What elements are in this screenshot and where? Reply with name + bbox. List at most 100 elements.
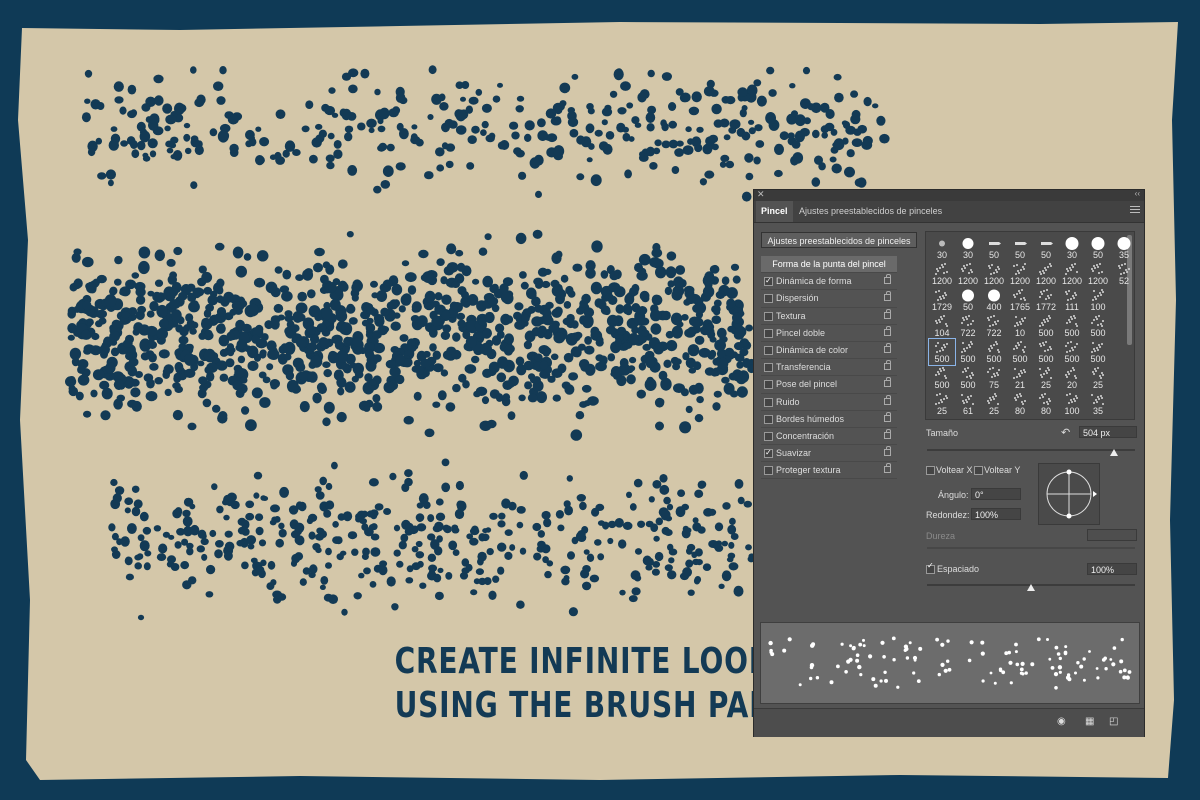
size-slider[interactable] <box>927 449 1135 451</box>
brush-tip-cell[interactable]: 500 <box>955 339 981 365</box>
brush-tip-cell[interactable]: 500 <box>955 365 981 391</box>
brush-tip-cell[interactable]: 400 <box>981 287 1007 313</box>
brush-tip-cell[interactable]: 50 <box>1085 235 1111 261</box>
lock-icon[interactable] <box>884 394 891 405</box>
panel-menu-icon[interactable] <box>1130 206 1140 215</box>
brush-tip-cell[interactable]: 722 <box>955 313 981 339</box>
brush-tip-cell[interactable]: 10 <box>1007 313 1033 339</box>
brush-tip-cell[interactable]: 25 <box>929 391 955 417</box>
lock-icon[interactable] <box>884 325 891 336</box>
new-brush-icon[interactable]: ◰ <box>1109 716 1121 728</box>
brush-tip-cell[interactable]: 1200 <box>929 261 955 287</box>
setting-item[interactable]: Pose del pincel <box>761 376 897 394</box>
setting-checkbox[interactable] <box>764 328 773 338</box>
setting-item[interactable]: Textura <box>761 308 897 325</box>
setting-item[interactable]: Pincel doble <box>761 325 897 342</box>
lock-icon[interactable] <box>884 428 891 439</box>
brush-tip-cell[interactable]: 1729 <box>929 287 955 313</box>
brush-tip-cell[interactable]: 21 <box>1007 365 1033 391</box>
setting-item[interactable]: Forma de la punta del pincel <box>761 256 897 274</box>
spacing-input[interactable]: 100% <box>1087 563 1137 575</box>
reset-size-icon[interactable]: ↶ <box>1061 426 1070 439</box>
brush-tip-cell[interactable]: 52 <box>1111 261 1134 287</box>
brush-tip-cell[interactable]: 50 <box>981 235 1007 261</box>
brush-tip-cell[interactable]: 30 <box>929 235 955 261</box>
setting-item[interactable]: Bordes húmedos <box>761 411 897 428</box>
brush-tip-cell[interactable]: 104 <box>929 313 955 339</box>
brush-tip-cell[interactable]: 61 <box>955 391 981 417</box>
brush-tip-cell[interactable]: 35 <box>1111 235 1134 261</box>
brush-tip-cell[interactable]: 25 <box>1085 365 1111 391</box>
angle-input[interactable]: 0° <box>971 488 1021 500</box>
setting-item[interactable]: Transferencia <box>761 359 897 377</box>
brush-tip-cell[interactable]: 1200 <box>955 261 981 287</box>
brush-tip-cell[interactable]: 25 <box>1033 365 1059 391</box>
size-input[interactable]: 504 px <box>1079 426 1137 438</box>
setting-checkbox[interactable] <box>764 414 773 424</box>
brush-tip-cell[interactable]: 500 <box>1033 339 1059 365</box>
brush-tip-cell[interactable]: 50 <box>1007 235 1033 261</box>
brush-tip-cell[interactable]: 80 <box>1033 391 1059 417</box>
brush-tip-cell[interactable]: 30 <box>1059 235 1085 261</box>
lock-icon[interactable] <box>884 308 891 319</box>
setting-item[interactable]: Ruido <box>761 394 897 411</box>
setting-item[interactable]: Concentración <box>761 428 897 446</box>
flip-y-checkbox[interactable] <box>974 466 983 475</box>
spacing-checkbox[interactable] <box>926 561 935 574</box>
setting-checkbox[interactable] <box>764 445 773 461</box>
brush-tip-cell[interactable]: 100 <box>1085 287 1111 313</box>
lock-icon[interactable] <box>884 377 891 388</box>
eye-toggle-icon[interactable]: ◉ <box>1057 716 1069 728</box>
lock-icon[interactable] <box>884 360 891 371</box>
create-preset-icon[interactable]: ▦ <box>1085 716 1097 728</box>
brush-tip-cell[interactable]: 500 <box>981 339 1007 365</box>
setting-checkbox[interactable] <box>764 311 773 321</box>
double-chevron-icon[interactable]: ‹‹ <box>1135 189 1140 198</box>
setting-checkbox[interactable] <box>764 345 773 355</box>
brush-tip-cell[interactable]: 1200 <box>981 261 1007 287</box>
brush-tip-cell[interactable]: 500 <box>1059 339 1085 365</box>
brush-tip-cell[interactable]: 50 <box>1033 235 1059 261</box>
roundness-input[interactable]: 100% <box>971 508 1021 520</box>
tab-pincel[interactable]: Pincel <box>756 201 793 222</box>
brush-tip-cell[interactable]: 500 <box>1033 313 1059 339</box>
brush-presets-button[interactable]: Ajustes preestablecidos de pinceles <box>761 232 917 248</box>
setting-checkbox[interactable] <box>764 273 773 289</box>
brush-tip-cell[interactable]: 722 <box>981 313 1007 339</box>
lock-icon[interactable] <box>884 274 891 285</box>
setting-checkbox[interactable] <box>764 380 773 390</box>
setting-item[interactable]: Suavizar <box>761 445 897 463</box>
lock-icon[interactable] <box>884 463 891 474</box>
lock-icon[interactable] <box>884 342 891 353</box>
size-slider-handle[interactable] <box>1110 449 1119 456</box>
brush-tip-cell[interactable]: 500 <box>928 338 956 366</box>
setting-checkbox[interactable] <box>764 397 773 407</box>
brush-tip-cell[interactable]: 100 <box>1059 391 1085 417</box>
close-icon[interactable]: ✕ <box>757 189 765 200</box>
setting-checkbox[interactable] <box>764 466 773 476</box>
setting-checkbox[interactable] <box>764 363 773 373</box>
brush-tip-cell[interactable]: 500 <box>1007 339 1033 365</box>
tab-ajustes-preestablecidos[interactable]: Ajustes preestablecidos de pinceles <box>794 201 947 222</box>
brush-tip-cell[interactable]: 1772 <box>1033 287 1059 313</box>
brush-tip-cell[interactable]: 1765 <box>1007 287 1033 313</box>
brush-tip-cell[interactable]: 500 <box>1085 313 1111 339</box>
brush-tip-cell[interactable]: 1200 <box>1033 261 1059 287</box>
setting-item[interactable]: Dispersión <box>761 290 897 308</box>
lock-icon[interactable] <box>884 446 891 457</box>
lock-icon[interactable] <box>884 291 891 302</box>
setting-item[interactable]: Dinámica de color <box>761 342 897 360</box>
setting-item[interactable]: Dinámica de forma <box>761 273 897 291</box>
setting-checkbox[interactable] <box>764 294 773 304</box>
brush-tip-cell[interactable]: 1200 <box>1059 261 1085 287</box>
brush-tip-cell[interactable]: 1200 <box>1085 261 1111 287</box>
brush-tip-cell[interactable]: 20 <box>1059 365 1085 391</box>
brush-tip-cell[interactable]: 75 <box>981 365 1007 391</box>
brush-tip-cell[interactable]: 35 <box>1085 391 1111 417</box>
brush-tip-cell[interactable]: 25 <box>981 391 1007 417</box>
flip-x-checkbox[interactable] <box>926 466 935 475</box>
brush-tip-cell[interactable]: 500 <box>1085 339 1111 365</box>
lock-icon[interactable] <box>884 411 891 422</box>
brush-tip-cell[interactable]: 50 <box>955 287 981 313</box>
brush-tip-cell[interactable]: 1200 <box>1007 261 1033 287</box>
